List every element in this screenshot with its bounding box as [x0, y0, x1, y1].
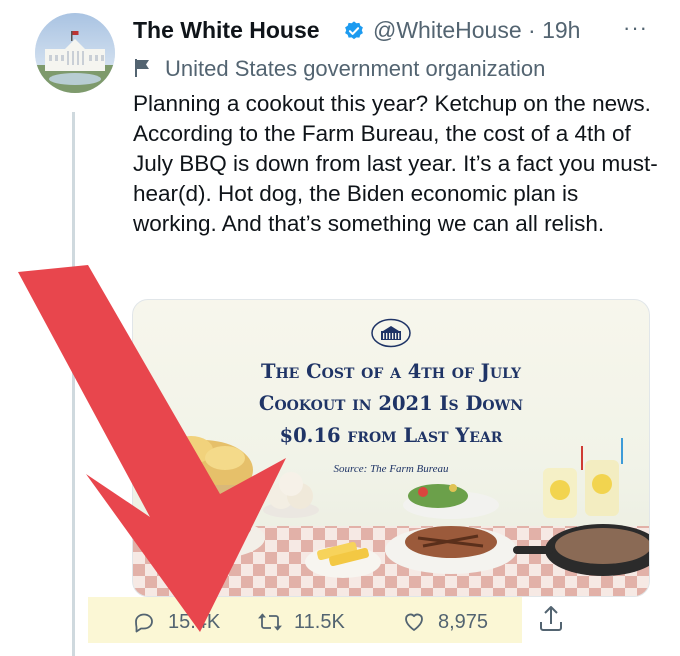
lemonade-jars — [543, 438, 623, 518]
thread-line — [72, 112, 75, 656]
like-icon — [405, 613, 423, 631]
more-options-button[interactable]: ··· — [623, 15, 648, 41]
retweet-button[interactable]: 11.5K — [258, 604, 345, 640]
beans-bowl — [141, 512, 265, 560]
reply-button[interactable]: 15.4K — [132, 604, 220, 640]
avatar[interactable] — [35, 13, 115, 93]
retweet-count: 11.5K — [294, 610, 345, 633]
reply-icon — [135, 613, 153, 633]
tweet-text: Planning a cookout this year? Ketchup on… — [133, 91, 658, 236]
separator: · — [528, 17, 536, 43]
like-button[interactable]: 8,975 — [402, 604, 488, 640]
retweet-icon — [258, 613, 282, 631]
like-count: 8,975 — [438, 610, 489, 633]
reply-count: 15.4K — [168, 610, 221, 633]
salad-bowl — [403, 484, 499, 519]
handle[interactable]: @WhiteHouse — [373, 17, 522, 43]
ice-cream-bowl — [263, 472, 319, 518]
steak-plate — [385, 526, 517, 574]
cookout-food-illustration — [133, 436, 649, 596]
timestamp[interactable]: 19h — [542, 17, 580, 43]
white-house-avatar-image — [35, 13, 115, 93]
share-icon[interactable] — [538, 604, 564, 634]
flag-icon — [135, 59, 149, 77]
author-name[interactable]: The White House — [133, 17, 320, 44]
verified-badge-icon — [345, 21, 363, 40]
tweet-media-image[interactable]: The Cost of a 4th of July Cookout in 202… — [132, 299, 650, 597]
tweet-header: The White House @WhiteHouse · 19h ··· — [133, 13, 663, 49]
account-label-text: United States government organization — [165, 56, 546, 81]
chips-basket — [153, 436, 253, 515]
handle-and-time[interactable]: @WhiteHouse · 19h — [373, 17, 580, 44]
